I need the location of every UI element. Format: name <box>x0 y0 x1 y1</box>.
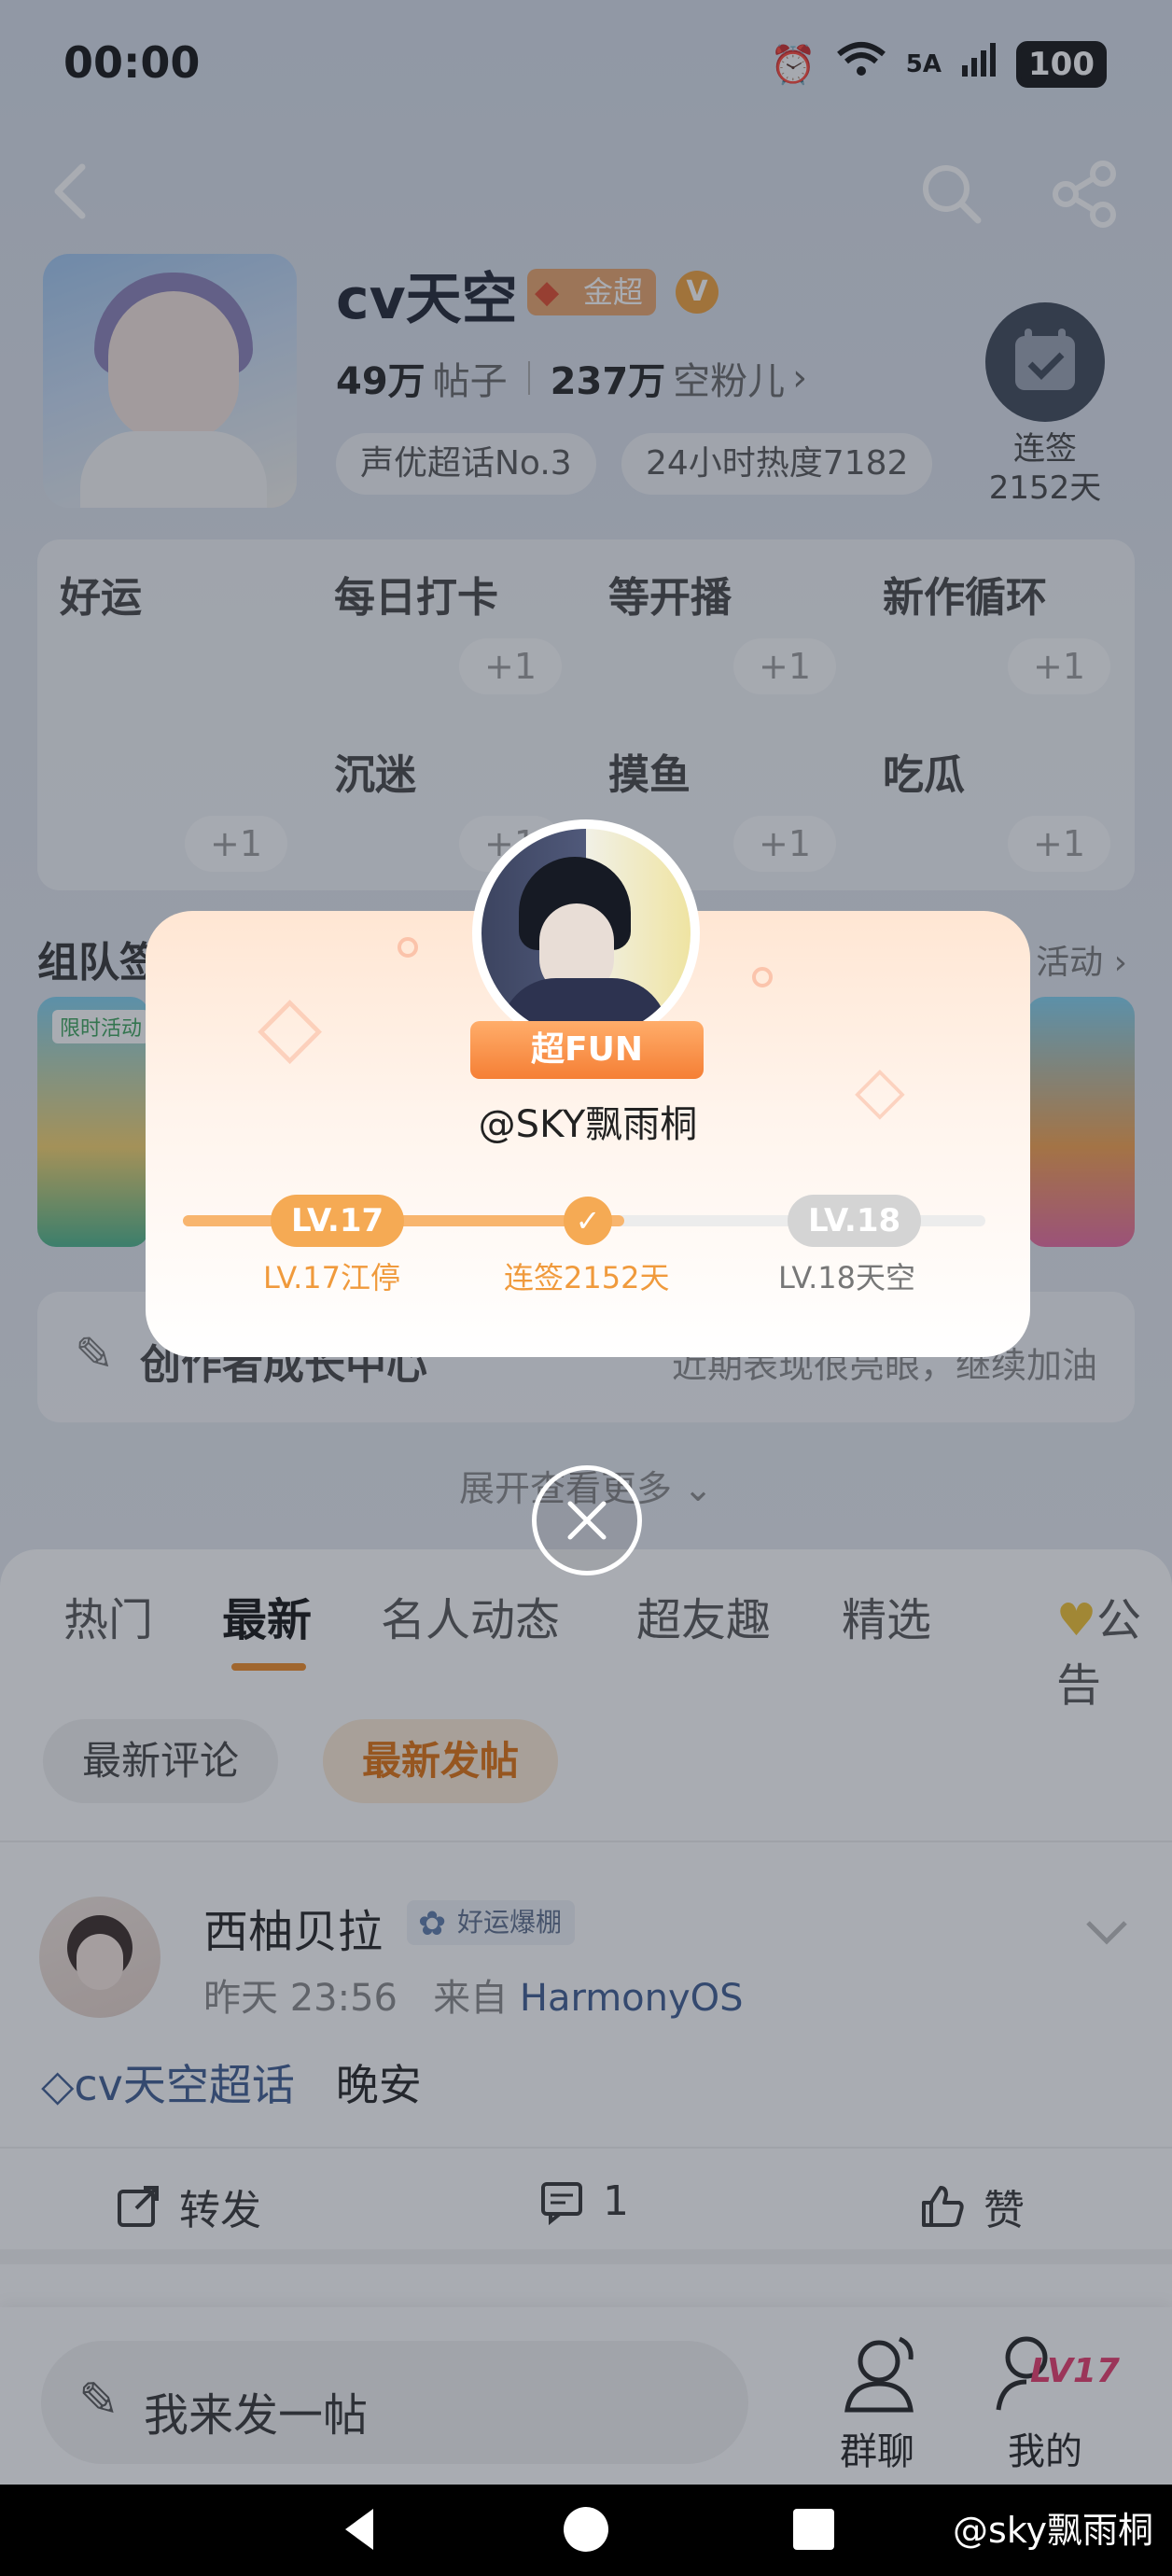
watermark: @sky飘雨桐 <box>953 2510 1153 2551</box>
dot-decoration <box>398 937 418 958</box>
nav-back-icon[interactable] <box>332 2501 388 2557</box>
dot-decoration <box>752 967 773 987</box>
close-icon <box>567 1501 607 1540</box>
fun-ribbon: 超FUN <box>470 1021 704 1079</box>
next-level-node: LV.18 <box>788 1195 922 1247</box>
streak-caption: 连签2152天 <box>504 1260 670 1295</box>
current-level-caption: LV.17江停 <box>263 1260 400 1295</box>
nav-recents-icon[interactable] <box>786 2501 842 2557</box>
diamond-decoration: ◇ <box>258 976 323 1074</box>
super-topic-page: 00:00 ⏰ 5A 100 cv天空 ◆ 金超 V 49万 帖子 237万 空… <box>0 0 1172 2576</box>
nav-home-icon[interactable] <box>558 2501 614 2557</box>
current-level-node: LV.17 <box>271 1195 405 1247</box>
check-icon: ✓ <box>564 1197 612 1245</box>
system-nav-bar: @sky飘雨桐 <box>0 2485 1172 2576</box>
close-modal-button[interactable] <box>532 1465 642 1575</box>
modal-username: @SKY飘雨桐 <box>478 1103 698 1146</box>
modal-user-avatar <box>472 819 700 1047</box>
next-level-caption: LV.18天空 <box>778 1260 915 1295</box>
